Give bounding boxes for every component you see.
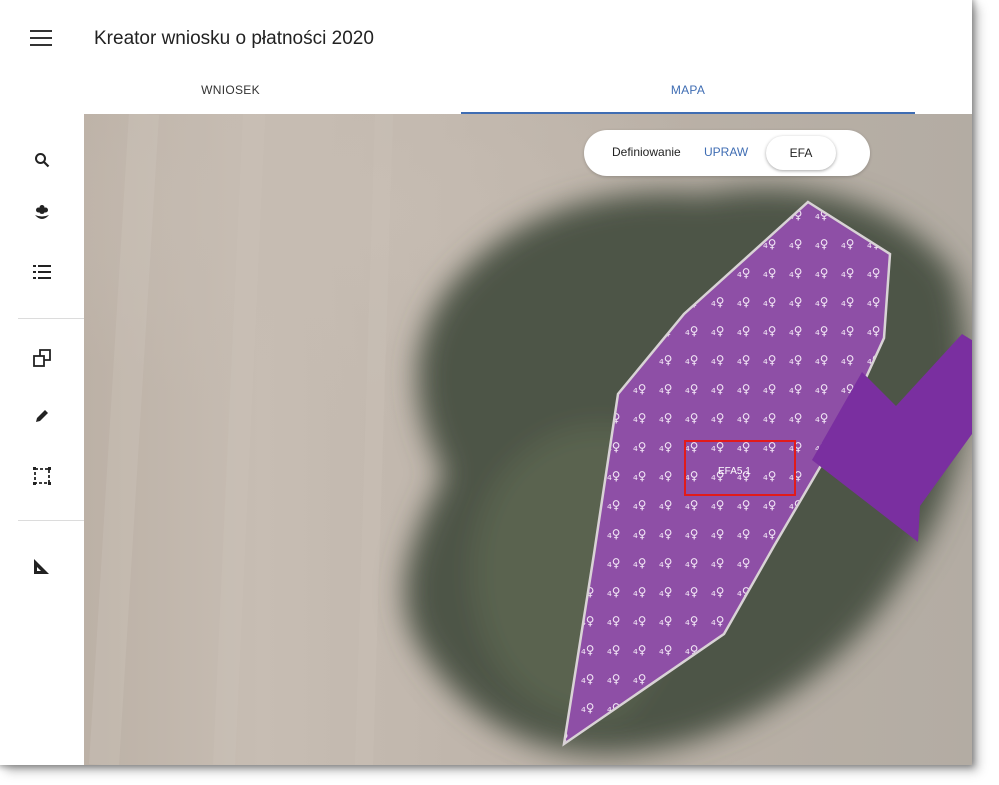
selection-rectangle-icon <box>33 467 51 485</box>
map-canvas: ₄♀ <box>89 114 972 765</box>
toggle-upraw-option[interactable]: UPRAW <box>704 145 748 159</box>
select-area-button[interactable] <box>30 464 54 488</box>
toolbar-divider <box>18 520 84 521</box>
field-stripes <box>89 114 393 765</box>
pencil-icon <box>36 410 48 422</box>
measure-button[interactable] <box>30 554 54 578</box>
map-view[interactable]: ₄♀ Definiowanie UPRAW EFA <box>84 114 972 765</box>
crops-button[interactable] <box>30 202 54 226</box>
map-toolbar <box>0 114 84 765</box>
copy-shapes-icon <box>33 349 51 367</box>
ruler-triangle-icon <box>34 559 49 574</box>
search-button[interactable] <box>30 148 54 172</box>
app-bar: Kreator wniosku o płatności 2020 <box>0 0 972 68</box>
hamburger-menu-icon[interactable] <box>30 30 52 46</box>
copy-shapes-button[interactable] <box>30 346 54 370</box>
tab-wniosek[interactable]: WNIOSEK <box>0 68 461 114</box>
toggle-efa-option[interactable]: EFA <box>766 136 836 170</box>
search-icon <box>35 153 50 168</box>
list-button[interactable] <box>30 260 54 284</box>
edit-button[interactable] <box>30 404 54 428</box>
parcel-label: EFA5.1 <box>718 466 751 477</box>
toolbar-divider <box>18 318 84 319</box>
mode-toggle: Definiowanie UPRAW EFA <box>584 130 870 176</box>
tab-bar: WNIOSEK MAPA <box>0 68 972 114</box>
flower-pin-icon <box>35 205 49 219</box>
page-title: Kreator wniosku o płatności 2020 <box>94 28 374 49</box>
app-window: Kreator wniosku o płatności 2020 WNIOSEK… <box>0 0 972 765</box>
list-icon <box>33 265 51 279</box>
tab-mapa[interactable]: MAPA <box>461 68 915 114</box>
toggle-label: Definiowanie <box>612 145 681 159</box>
